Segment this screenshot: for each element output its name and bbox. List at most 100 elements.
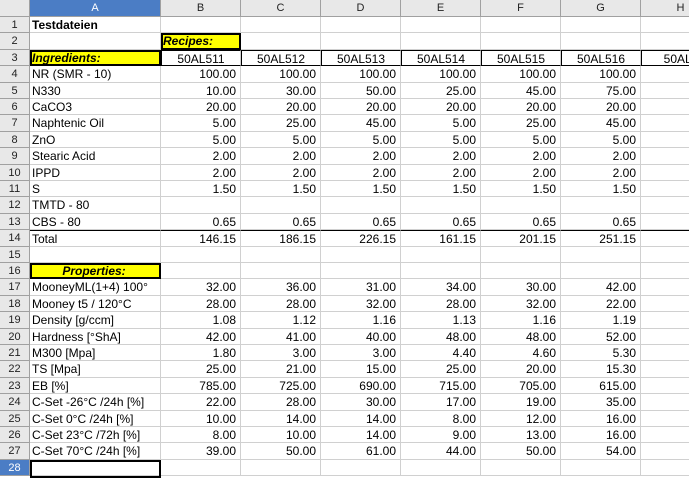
cell-e22[interactable]: 25.00 — [401, 361, 481, 378]
row-header-9[interactable]: 9 — [0, 148, 30, 165]
cell-a2[interactable] — [30, 33, 161, 50]
cell-d11[interactable]: 1.50 — [321, 181, 401, 197]
cell-g27[interactable]: 54.00 — [561, 443, 641, 460]
cell-g20[interactable]: 52.00 — [561, 329, 641, 345]
cell-d23[interactable]: 690.00 — [321, 378, 401, 394]
cell-c24[interactable]: 28.00 — [241, 394, 321, 411]
cell-e4[interactable]: 100.00 — [401, 66, 481, 83]
cell-f4[interactable]: 100.00 — [481, 66, 561, 83]
cell-d26[interactable]: 14.00 — [321, 427, 401, 443]
cell-d10[interactable]: 2.00 — [321, 165, 401, 181]
cell-h10[interactable] — [641, 165, 689, 181]
column-header-e[interactable]: E — [401, 0, 481, 17]
cell-h16[interactable] — [641, 263, 689, 279]
cell-f17[interactable]: 30.00 — [481, 279, 561, 296]
cell-e5[interactable]: 25.00 — [401, 83, 481, 99]
cell-b16[interactable] — [161, 263, 241, 279]
cell-f15[interactable] — [481, 247, 561, 263]
cell-f27[interactable]: 50.00 — [481, 443, 561, 460]
cell-f8[interactable]: 5.00 — [481, 132, 561, 148]
column-header-g[interactable]: G — [561, 0, 641, 17]
cell-g7[interactable]: 45.00 — [561, 115, 641, 132]
row-header-19[interactable]: 19 — [0, 312, 30, 329]
row-header-14[interactable]: 14 — [0, 230, 30, 247]
row-header-8[interactable]: 8 — [0, 132, 30, 148]
cell-c25[interactable]: 14.00 — [241, 411, 321, 427]
cell-b17[interactable]: 32.00 — [161, 279, 241, 296]
cell-e2[interactable] — [401, 33, 481, 50]
cell-h2[interactable] — [641, 33, 689, 50]
cell-g24[interactable]: 35.00 — [561, 394, 641, 411]
cell-f1[interactable] — [481, 17, 561, 33]
cell-g22[interactable]: 15.30 — [561, 361, 641, 378]
row-header-7[interactable]: 7 — [0, 115, 30, 132]
cell-b25[interactable]: 10.00 — [161, 411, 241, 427]
cell-f21[interactable]: 4.60 — [481, 345, 561, 361]
row-header-12[interactable]: 12 — [0, 197, 30, 214]
cell-b15[interactable] — [161, 247, 241, 263]
cell-a28[interactable] — [30, 460, 161, 476]
cell-c5[interactable]: 30.00 — [241, 83, 321, 99]
cell-g6[interactable]: 20.00 — [561, 99, 641, 115]
column-header-a[interactable]: A — [30, 0, 161, 17]
cell-b5[interactable]: 10.00 — [161, 83, 241, 99]
cell-b13[interactable]: 0.65 — [161, 214, 241, 230]
cell-f26[interactable]: 13.00 — [481, 427, 561, 443]
cell-e20[interactable]: 48.00 — [401, 329, 481, 345]
cell-d1[interactable] — [321, 17, 401, 33]
row-header-4[interactable]: 4 — [0, 66, 30, 83]
cell-a19[interactable]: Density [g/ccm] — [30, 312, 161, 329]
cell-a26[interactable]: C-Set 23°C /72h [%] — [30, 427, 161, 443]
row-header-15[interactable]: 15 — [0, 247, 30, 263]
cell-d17[interactable]: 31.00 — [321, 279, 401, 296]
cell-c23[interactable]: 725.00 — [241, 378, 321, 394]
cell-f6[interactable]: 20.00 — [481, 99, 561, 115]
row-header-25[interactable]: 25 — [0, 411, 30, 427]
cell-c17[interactable]: 36.00 — [241, 279, 321, 296]
cell-a6[interactable]: CaCO3 — [30, 99, 161, 115]
cell-a14[interactable]: Total — [30, 230, 161, 247]
row-header-13[interactable]: 13 — [0, 214, 30, 230]
cell-e15[interactable] — [401, 247, 481, 263]
cell-f2[interactable] — [481, 33, 561, 50]
row-header-5[interactable]: 5 — [0, 83, 30, 99]
column-header-b[interactable]: B — [161, 0, 241, 17]
cell-c6[interactable]: 20.00 — [241, 99, 321, 115]
cell-b22[interactable]: 25.00 — [161, 361, 241, 378]
cell-c11[interactable]: 1.50 — [241, 181, 321, 197]
cell-g10[interactable]: 2.00 — [561, 165, 641, 181]
cell-d8[interactable]: 5.00 — [321, 132, 401, 148]
cell-b7[interactable]: 5.00 — [161, 115, 241, 132]
cell-a8[interactable]: ZnO — [30, 132, 161, 148]
cell-g3[interactable]: 50AL516 — [561, 50, 641, 66]
cell-b20[interactable]: 42.00 — [161, 329, 241, 345]
cell-d20[interactable]: 40.00 — [321, 329, 401, 345]
cell-h21[interactable] — [641, 345, 689, 361]
row-header-17[interactable]: 17 — [0, 279, 30, 296]
cell-a18[interactable]: Mooney t5 / 120°C — [30, 296, 161, 312]
cell-a13[interactable]: CBS - 80 — [30, 214, 161, 230]
cell-g2[interactable] — [561, 33, 641, 50]
cell-f20[interactable]: 48.00 — [481, 329, 561, 345]
cell-a23[interactable]: EB [%] — [30, 378, 161, 394]
cell-h15[interactable] — [641, 247, 689, 263]
cell-d18[interactable]: 32.00 — [321, 296, 401, 312]
cell-d12[interactable] — [321, 197, 401, 214]
cell-d27[interactable]: 61.00 — [321, 443, 401, 460]
cell-g21[interactable]: 5.30 — [561, 345, 641, 361]
cell-e14[interactable]: 161.15 — [401, 230, 481, 247]
cell-e12[interactable] — [401, 197, 481, 214]
cell-g1[interactable] — [561, 17, 641, 33]
cell-h1[interactable] — [641, 17, 689, 33]
cell-c1[interactable] — [241, 17, 321, 33]
row-header-11[interactable]: 11 — [0, 181, 30, 197]
cell-h11[interactable] — [641, 181, 689, 197]
cell-g14[interactable]: 251.15 — [561, 230, 641, 247]
cell-d24[interactable]: 30.00 — [321, 394, 401, 411]
cell-f19[interactable]: 1.16 — [481, 312, 561, 329]
cell-h23[interactable]: 56 — [641, 378, 689, 394]
cell-b14[interactable]: 146.15 — [161, 230, 241, 247]
cell-h24[interactable]: 2 — [641, 394, 689, 411]
cell-e24[interactable]: 17.00 — [401, 394, 481, 411]
cell-f16[interactable] — [481, 263, 561, 279]
